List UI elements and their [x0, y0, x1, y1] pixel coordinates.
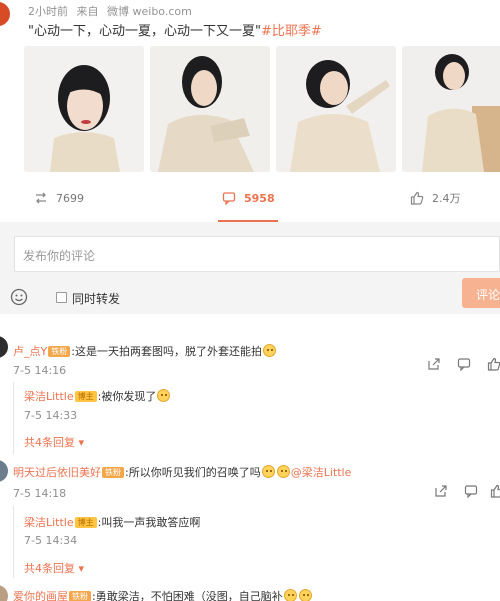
comment-input[interactable]: 发布你的评论 [14, 236, 500, 272]
comment-icon [222, 192, 236, 205]
reply-thread: 梁洁Little 博主:叫我一声我敢答应啊 7-5 14:34 共4条回复 ▾ [13, 506, 500, 578]
comment-item: 卢_点Y 铁粉:这是一天拍两套图吗，脱了外套还能拍 [13, 343, 277, 359]
hashtag-link[interactable]: #比耶季# [261, 24, 322, 39]
emoji-icon [262, 344, 276, 357]
fan-badge: 铁粉 [48, 346, 71, 357]
photo-4[interactable] [402, 46, 500, 172]
thumbs-up-icon [410, 191, 424, 205]
more-replies-link[interactable]: 共4条回复 ▾ [24, 434, 84, 450]
comment-button[interactable]: 5958 [222, 186, 275, 210]
comment-item: 爱你的画屋 铁粉:勇敢梁洁，不怕困难（没图，自己脑补 [13, 588, 313, 601]
repost-checkbox-label: 同时转发 [72, 292, 121, 306]
repost-icon [36, 192, 46, 204]
comment-text: :这是一天拍两套图吗，脱了外套还能拍 [71, 345, 262, 358]
emoji-icon [157, 389, 171, 402]
mention-link[interactable]: @梁洁Little [291, 466, 352, 479]
repost-count: 7699 [56, 191, 84, 205]
author-avatar[interactable] [0, 2, 10, 26]
emoji-icon [261, 465, 275, 478]
thumbs-up-icon[interactable] [487, 357, 500, 371]
photo-3[interactable] [276, 46, 396, 172]
comment-time: 7-5 14:18 [13, 487, 67, 500]
share-icon[interactable] [427, 357, 441, 371]
comment-username[interactable]: 爱你的画屋 [13, 590, 68, 601]
comment-count: 5958 [244, 191, 275, 205]
commenter-avatar[interactable] [0, 336, 8, 358]
thumbs-up-icon[interactable] [490, 484, 500, 498]
submit-comment-button[interactable]: 评论 [462, 278, 500, 308]
emoji-icon[interactable] [10, 288, 28, 306]
reply-icon[interactable] [457, 357, 471, 371]
repost-checkbox[interactable] [56, 292, 67, 303]
comment-composer: 发布你的评论 同时转发 [0, 222, 500, 314]
share-icon[interactable] [434, 484, 448, 498]
photo-2[interactable] [150, 46, 270, 172]
emoji-icon [283, 589, 297, 601]
comment-username[interactable]: 明天过后依旧美好 [13, 466, 101, 479]
post-text: "心动一下，心动一夏，心动一下又一夏"#比耶季# [28, 20, 322, 39]
author-badge: 博主 [74, 391, 97, 402]
photo-1[interactable] [24, 46, 144, 172]
comment-username[interactable]: 卢_点Y [13, 345, 47, 358]
action-bar: 7699 5958 2.4万 [0, 186, 500, 210]
reply-item: 梁洁Little 博主:叫我一声我敢答应啊 [24, 514, 200, 530]
commenter-avatar[interactable] [0, 585, 8, 601]
more-replies-link[interactable]: 共4条回复 ▾ [24, 560, 84, 576]
repost-button[interactable]: 7699 [34, 186, 84, 210]
reply-username[interactable]: 梁洁Little [24, 516, 74, 529]
reply-time: 7-5 14:34 [24, 534, 78, 547]
reply-thread: 梁洁Little 博主:被你发现了 7-5 14:33 共4条回复 ▾ [13, 382, 500, 454]
fan-badge: 铁粉 [102, 467, 124, 478]
comment-time: 7-5 14:16 [13, 364, 67, 377]
comment-item: 明天过后依旧美好 铁粉:所以你听见我们的召唤了吗 @梁洁Little [13, 464, 351, 480]
comment-text: :所以你听见我们的召唤了吗 [125, 466, 261, 479]
commenter-avatar[interactable] [0, 460, 8, 482]
emoji-icon [276, 465, 290, 478]
emoji-icon [298, 589, 312, 601]
reply-username[interactable]: 梁洁Little [24, 390, 74, 403]
reply-item: 梁洁Little 博主:被你发现了 [24, 388, 171, 404]
reply-text: :被你发现了 [97, 390, 157, 403]
author-badge: 博主 [74, 517, 97, 528]
reply-text: :叫我一声我敢答应啊 [97, 516, 201, 529]
post-meta: 2小时前 来自 微博 weibo.com [28, 3, 197, 19]
post-time: 2小时前 [28, 5, 68, 18]
reply-time: 7-5 14:33 [24, 409, 78, 422]
post-body: "心动一下，心动一夏，心动一下又一夏" [28, 24, 261, 39]
like-count: 2.4万 [432, 192, 461, 205]
reply-icon[interactable] [464, 484, 478, 498]
like-button[interactable]: 2.4万 [410, 186, 461, 210]
post-source[interactable]: 微博 weibo.com [107, 5, 192, 18]
source-prefix: 来自 [76, 5, 99, 18]
photo-grid [24, 46, 500, 174]
fan-badge: 铁粉 [69, 591, 91, 601]
comment-text: :勇敢梁洁，不怕困难（没图，自己脑补 [92, 590, 283, 601]
